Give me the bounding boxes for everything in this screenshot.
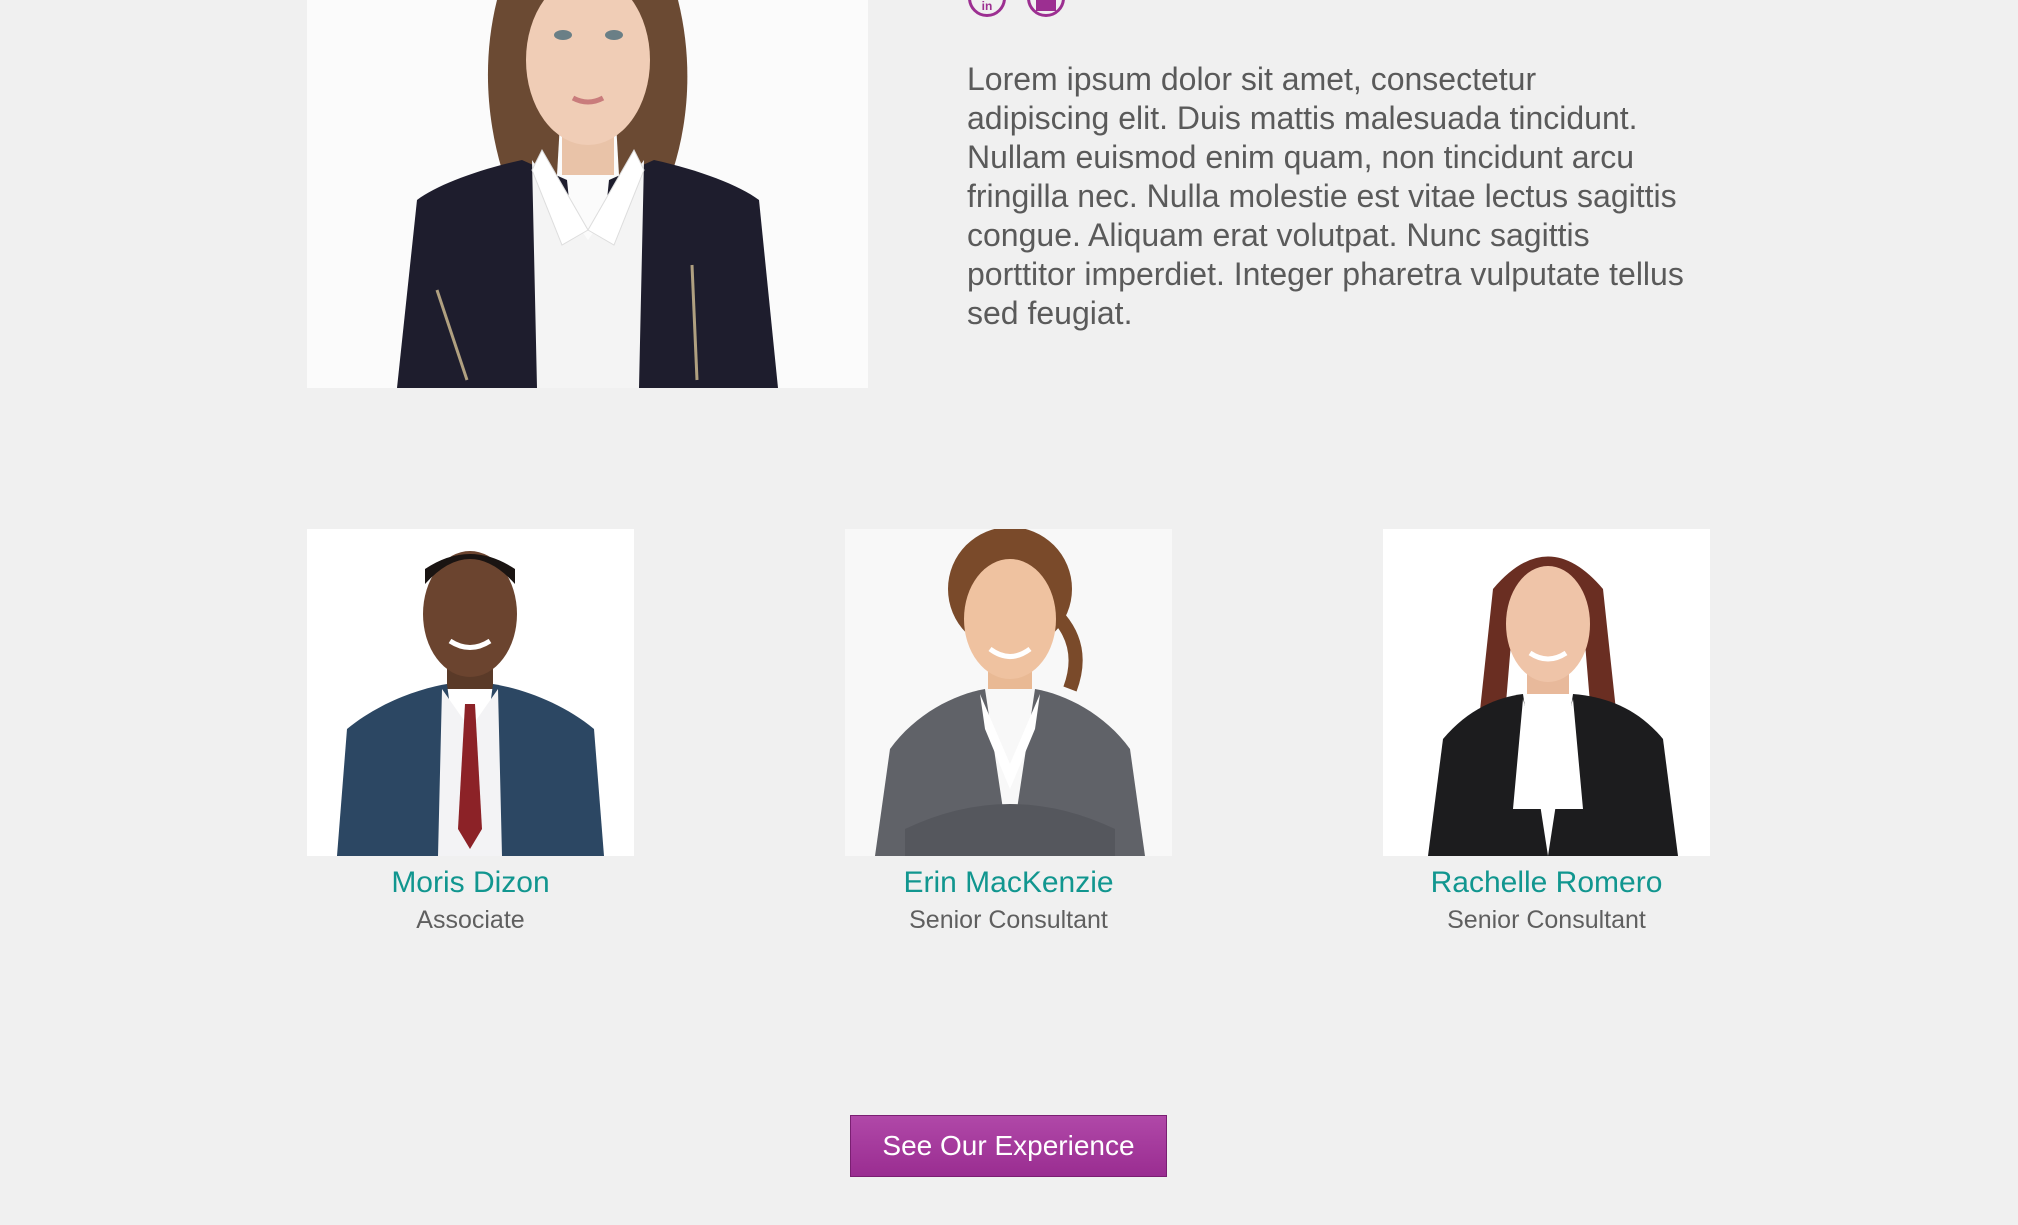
team-member-role-1: Associate (416, 906, 525, 934)
team-member-role-3: Senior Consultant (1447, 906, 1646, 934)
see-our-experience-button[interactable]: See Our Experience (850, 1115, 1167, 1177)
team-member-photo-2[interactable] (845, 529, 1172, 856)
featured-member-photo (307, 0, 868, 388)
linkedin-icon[interactable]: in (968, 0, 1006, 17)
team-member-name-1[interactable]: Moris Dizon (307, 866, 634, 900)
team-member-photo-1[interactable] (307, 529, 634, 856)
email-icon[interactable] (1027, 0, 1065, 17)
featured-member-bio: Lorem ipsum dolor sit amet, consectetur … (967, 61, 1684, 331)
team-member-name-3[interactable]: Rachelle Romero (1383, 866, 1710, 900)
team-member-photo-3[interactable] (1383, 529, 1710, 856)
team-member-name-2[interactable]: Erin MacKenzie (845, 866, 1172, 900)
team-member-role-2: Senior Consultant (909, 906, 1108, 934)
